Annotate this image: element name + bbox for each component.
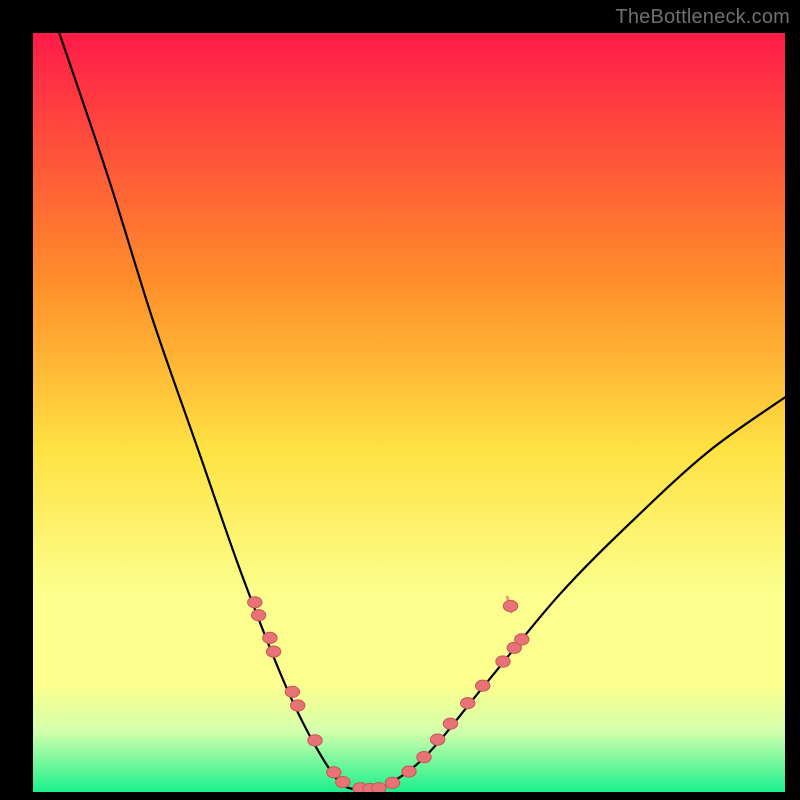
chart-gradient-bg <box>33 33 785 792</box>
sample-point <box>443 718 457 729</box>
sample-point <box>496 656 510 667</box>
sample-point <box>263 632 277 643</box>
sample-point <box>266 646 280 657</box>
sample-point <box>291 700 305 711</box>
sample-point <box>308 735 322 746</box>
sample-point <box>402 766 416 777</box>
sample-point <box>417 752 431 763</box>
sample-point <box>430 734 444 745</box>
sample-point <box>476 680 490 691</box>
sample-point <box>327 767 341 778</box>
sample-point <box>248 597 262 608</box>
watermark-label: TheBottleneck.com <box>615 6 790 29</box>
bottleneck-chart <box>0 0 800 800</box>
sample-point <box>461 698 475 709</box>
sample-point <box>336 777 350 788</box>
sample-point <box>385 777 399 788</box>
sample-point <box>503 600 517 611</box>
sample-point <box>251 610 265 621</box>
sample-point <box>515 634 529 645</box>
sample-point <box>285 686 299 697</box>
